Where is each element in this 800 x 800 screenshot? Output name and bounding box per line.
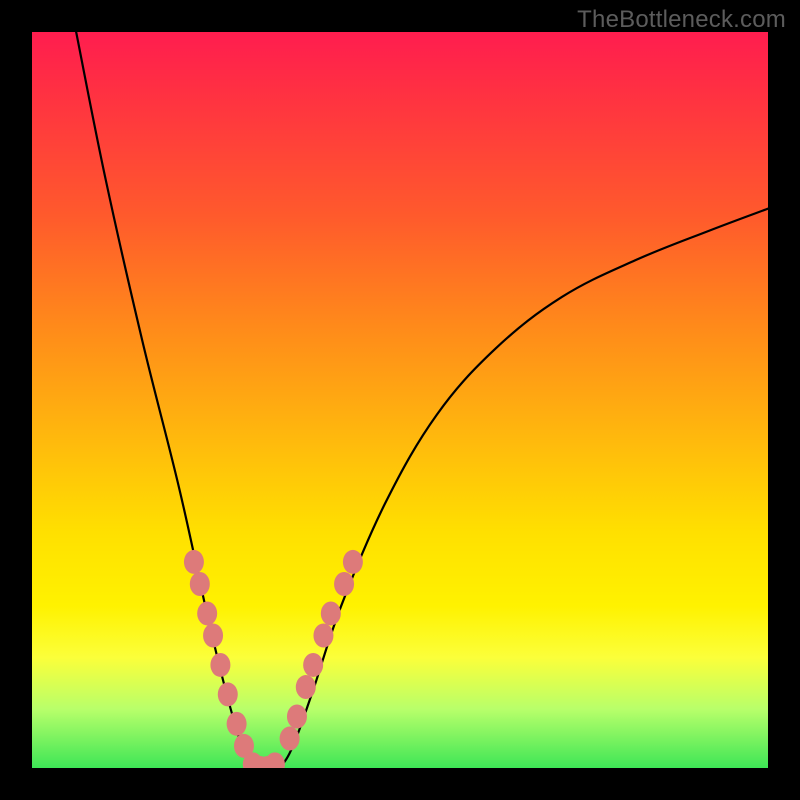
chart-frame: TheBottleneck.com <box>0 0 800 800</box>
data-dot <box>190 572 210 596</box>
data-dot <box>296 675 316 699</box>
data-dot <box>203 624 223 648</box>
plot-area <box>32 32 768 768</box>
data-dot <box>218 682 238 706</box>
data-dot <box>343 550 363 574</box>
data-dot <box>197 601 217 625</box>
data-dot <box>303 653 323 677</box>
data-dot <box>227 712 247 736</box>
data-dot <box>184 550 204 574</box>
data-dot <box>313 624 333 648</box>
bottleneck-curve-svg <box>32 32 768 768</box>
data-dot <box>334 572 354 596</box>
data-dot <box>265 752 285 768</box>
data-dot <box>321 601 341 625</box>
watermark-text: TheBottleneck.com <box>577 6 786 34</box>
data-dot <box>280 727 300 751</box>
data-dots-group <box>184 550 363 768</box>
data-dot <box>210 653 230 677</box>
bottleneck-curve <box>76 32 768 768</box>
data-dot <box>287 704 307 728</box>
